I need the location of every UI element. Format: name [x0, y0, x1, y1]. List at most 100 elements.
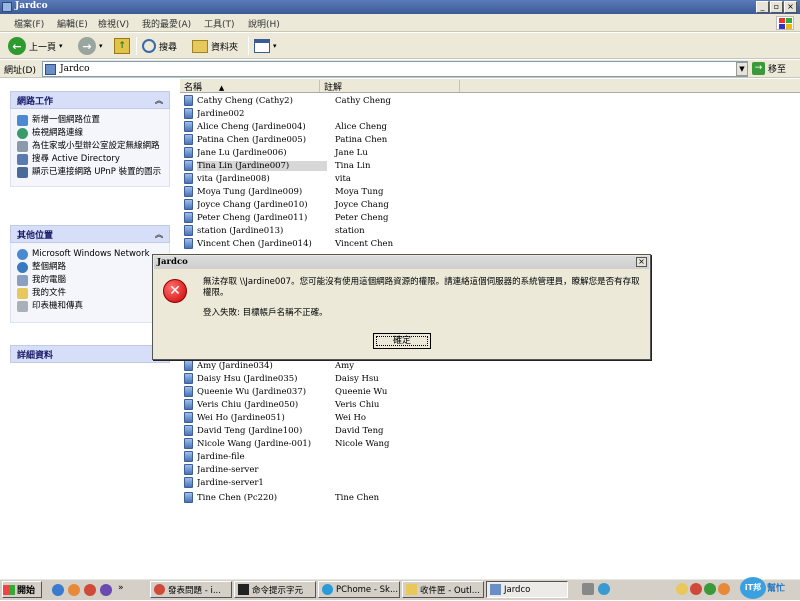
close-button[interactable]: × — [784, 1, 797, 13]
messenger-quicklaunch-icon[interactable] — [100, 584, 112, 596]
computer-icon — [184, 477, 193, 488]
computer-icon — [184, 438, 193, 449]
task-cmd[interactable]: 命令提示字元 — [234, 581, 316, 598]
list-item[interactable]: Jardine-server — [184, 463, 335, 476]
system-tray-icon-4[interactable] — [718, 583, 730, 595]
list-item[interactable]: station (Jardine013) station — [184, 224, 365, 237]
search-button[interactable]: 搜尋 — [142, 36, 177, 56]
forward-button[interactable]: → ▾ — [78, 36, 103, 56]
details-header[interactable]: 詳細資料 — [10, 345, 170, 363]
network-icon — [45, 64, 56, 75]
network-tasks-header[interactable]: 網路工作 ︽ — [10, 91, 170, 109]
item-name: Wei Ho (Jardine051) — [197, 412, 285, 423]
list-item[interactable]: Wei Ho (Jardine051) Wei Ho — [184, 411, 366, 424]
item-name: Joyce Chang (Jardine010) — [197, 199, 308, 210]
computer-icon — [184, 121, 193, 132]
list-item[interactable]: Jardine-server1 — [184, 476, 335, 489]
views-button[interactable]: ▾ — [254, 36, 277, 56]
task-skype[interactable]: PChome - Sk... — [318, 581, 400, 598]
list-item[interactable]: Jardine-file — [184, 450, 335, 463]
computer-icon — [184, 399, 193, 410]
item-name: Jardine-server1 — [197, 477, 264, 488]
task-search-ad[interactable]: 搜尋 Active Directory — [17, 154, 165, 165]
language-tray-icon[interactable] — [598, 583, 610, 595]
chrome-quicklaunch-icon[interactable] — [84, 584, 96, 596]
list-item[interactable]: Peter Cheng (Jardine011) Peter Cheng — [184, 211, 389, 224]
list-item[interactable]: Jane Lu (Jardine006) Jane Lu — [184, 146, 368, 159]
place-ms-windows-network[interactable]: Microsoft Windows Network — [17, 249, 165, 260]
computer-icon — [184, 186, 193, 197]
task-setup-wireless[interactable]: 為住家或小型辦公室設定無線網路 — [17, 141, 165, 152]
address-dropdown-button[interactable]: ▼ — [736, 62, 748, 76]
start-button[interactable]: 開始 — [2, 581, 42, 598]
list-item[interactable]: Vincent Chen (Jardine014) Vincent Chen — [184, 237, 393, 250]
keyboard-tray-icon[interactable] — [582, 583, 594, 595]
list-item[interactable]: Patina Chen (Jardine005) Patina Chen — [184, 133, 387, 146]
menu-edit[interactable]: 編輯(E) — [57, 17, 88, 30]
other-places-header[interactable]: 其他位置 ︽ — [10, 225, 170, 243]
window-titlebar[interactable]: Jardco _ ▫ × — [0, 0, 800, 14]
list-item[interactable]: Daisy Hsu (Jardine035) Daisy Hsu — [184, 372, 379, 385]
menu-tools[interactable]: 工具(T) — [204, 17, 235, 30]
dialog-titlebar[interactable]: Jardco × — [154, 256, 649, 269]
system-tray-icon-2[interactable] — [690, 583, 702, 595]
address-input[interactable]: Jardco — [42, 61, 748, 77]
list-item[interactable]: David Teng (Jardine100) David Teng — [184, 424, 384, 437]
list-item[interactable]: Moya Tung (Jardine009) Moya Tung — [184, 185, 383, 198]
system-tray-icon-1[interactable] — [676, 583, 688, 595]
network-tasks-title: 網路工作 — [17, 96, 54, 107]
task-view-connections[interactable]: 檢視網路連線 — [17, 128, 165, 139]
place-my-computer[interactable]: 我的電腦 — [17, 275, 165, 286]
task-show-upnp[interactable]: 顯示已連接網路 UPnP 裝置的圖示 — [17, 167, 165, 178]
dialog-close-button[interactable]: × — [636, 257, 647, 267]
folders-button[interactable]: 資料夾 — [192, 36, 238, 56]
computer-icon — [184, 134, 193, 145]
ie-quicklaunch-icon[interactable] — [52, 584, 64, 596]
up-folder-button[interactable]: ↑ — [114, 36, 130, 56]
list-item[interactable]: Tine Chen (Pc220) Tine Chen — [184, 491, 379, 504]
collapse-chevron-icon[interactable]: ︽ — [155, 95, 163, 106]
task-jardco[interactable]: Jardco — [486, 581, 568, 598]
task-add-network-place[interactable]: 新增一個網路位置 — [17, 115, 165, 126]
menu-view[interactable]: 檢視(V) — [98, 17, 129, 30]
menu-favorites[interactable]: 我的最愛(A) — [142, 17, 191, 30]
menu-file[interactable]: 檔案(F) — [14, 17, 44, 30]
upnp-device-icon — [17, 167, 28, 178]
item-name: Tina Lin (Jardine007) — [197, 160, 327, 171]
back-button[interactable]: ← 上一頁 ▾ — [8, 36, 63, 56]
place-entire-network[interactable]: 整個網路 — [17, 262, 165, 273]
windows-logo-icon — [776, 16, 794, 30]
list-item-selected[interactable]: Tina Lin (Jardine007) Tina Lin — [184, 159, 370, 172]
list-item[interactable]: Alice Cheng (Jardine004) Alice Cheng — [184, 120, 387, 133]
item-name: Jardine-server — [197, 464, 259, 475]
task-outlook[interactable]: 收件匣 - Outl... — [402, 581, 484, 598]
list-item[interactable]: Nicole Wang (Jardine-001) Nicole Wang — [184, 437, 389, 450]
list-item[interactable]: Joyce Chang (Jardine010) Joyce Chang — [184, 198, 389, 211]
quicklaunch-more[interactable]: » — [118, 583, 124, 593]
item-name: Jardine002 — [197, 108, 245, 119]
task-chrome[interactable]: 發表問題 - i... — [150, 581, 232, 598]
go-button[interactable]: → 移至 — [752, 62, 786, 75]
system-tray-icon-3[interactable] — [704, 583, 716, 595]
list-item[interactable]: Queenie Wu (Jardine037) Queenie Wu — [184, 385, 387, 398]
maximize-button[interactable]: ▫ — [770, 1, 783, 13]
firefox-quicklaunch-icon[interactable] — [68, 584, 80, 596]
list-item[interactable]: Amy (Jardine034) Amy — [184, 359, 354, 372]
menu-help[interactable]: 說明(H) — [248, 17, 280, 30]
network-folder-icon — [490, 584, 501, 595]
list-item[interactable]: Cathy Cheng (Cathy2) Cathy Cheng — [184, 94, 391, 107]
collapse-chevron-icon[interactable]: ︽ — [155, 229, 163, 240]
computer-icon — [184, 451, 193, 462]
place-my-documents[interactable]: 我的文件 — [17, 288, 165, 299]
list-item[interactable]: Jardine002 — [184, 107, 335, 120]
item-comment: Veris Chiu — [335, 399, 380, 410]
place-printers[interactable]: 印表機和傳真 — [17, 301, 165, 312]
ok-button[interactable]: 確定 — [373, 333, 431, 349]
list-item[interactable]: Veris Chiu (Jardine050) Veris Chiu — [184, 398, 379, 411]
minimize-button[interactable]: _ — [756, 1, 769, 13]
column-header-comment[interactable]: 註解 — [320, 80, 460, 93]
list-item[interactable]: vita (Jardine008) vita — [184, 172, 351, 185]
search-label: 搜尋 — [159, 42, 178, 53]
column-header-name[interactable]: 名稱 ▲ — [180, 80, 320, 93]
item-comment: station — [335, 225, 365, 236]
